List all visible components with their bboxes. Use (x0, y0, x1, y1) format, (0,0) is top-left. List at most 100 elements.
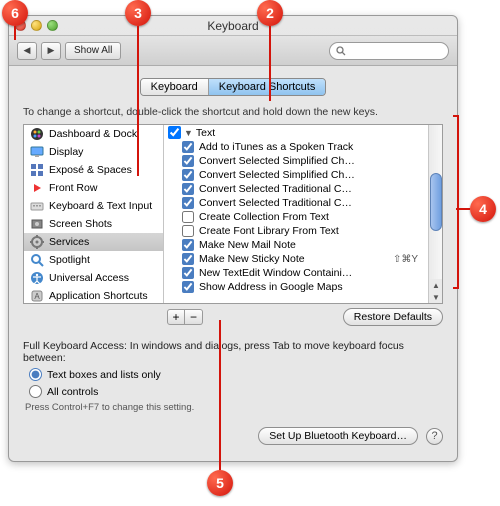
group-checkbox[interactable] (168, 126, 181, 139)
frontrow-icon (30, 181, 44, 195)
service-label: Convert Selected Simplified Ch… (199, 169, 355, 181)
category-services[interactable]: Services (24, 233, 163, 251)
appshort-icon: A (30, 289, 44, 303)
show-all-button[interactable]: Show All (65, 42, 121, 60)
expose-icon (30, 163, 44, 177)
help-button[interactable]: ? (426, 428, 443, 445)
pane-footer: + − Restore Defaults (23, 308, 443, 326)
service-row[interactable]: Add to iTunes as a Spoken Track (164, 140, 428, 154)
service-checkbox[interactable] (182, 141, 194, 153)
callout-4: 4 (470, 196, 496, 222)
category-label: Application Shortcuts (49, 290, 148, 302)
footer: Set Up Bluetooth Keyboard… ? (23, 427, 443, 445)
spotlight-icon (30, 253, 44, 267)
scroll-down-arrow-icon[interactable]: ▼ (429, 291, 442, 303)
annotation-bracket-4 (453, 115, 459, 289)
category-keyboard[interactable]: Keyboard & Text Input (24, 197, 163, 215)
fka-option-textboxes[interactable]: Text boxes and lists only (29, 368, 443, 381)
fka-subhint: Press Control+F7 to change this setting. (25, 402, 443, 413)
service-label: Show Address in Google Maps (199, 281, 343, 293)
category-spotlight[interactable]: Spotlight (24, 251, 163, 269)
category-screenshots[interactable]: Screen Shots (24, 215, 163, 233)
service-shortcut: ⇧⌘Y (393, 254, 424, 265)
service-checkbox[interactable] (182, 253, 194, 265)
service-row[interactable]: Show Address in Google Maps (164, 280, 428, 294)
service-checkbox[interactable] (182, 211, 194, 223)
service-label: Convert Selected Traditional C… (199, 183, 352, 195)
search-input[interactable] (350, 45, 440, 56)
search-field[interactable] (329, 42, 449, 60)
add-button[interactable]: + (167, 309, 185, 325)
dashboard-icon (30, 127, 44, 141)
service-checkbox[interactable] (182, 197, 194, 209)
service-row[interactable]: Create Collection From Text (164, 210, 428, 224)
tab-bar: Keyboard Keyboard Shortcuts (23, 78, 443, 96)
service-checkbox[interactable] (182, 267, 194, 279)
shortcut-panes: Dashboard & Dock Display Exposé & Spaces Fr… (23, 124, 443, 304)
service-checkbox[interactable] (182, 155, 194, 167)
titlebar: Keyboard (9, 16, 457, 36)
fka-prompt: Full Keyboard Access: In windows and dia… (23, 340, 443, 364)
service-row[interactable]: New TextEdit Window Containi… (164, 266, 428, 280)
callout-6: 6 (2, 0, 28, 26)
service-row[interactable]: Make New Sticky Note ⇧⌘Y (164, 252, 428, 266)
remove-button[interactable]: − (185, 309, 203, 325)
fka-radio-1[interactable] (29, 368, 42, 381)
restore-defaults-button[interactable]: Restore Defaults (343, 308, 443, 326)
window-title: Keyboard (9, 19, 457, 33)
category-list[interactable]: Dashboard & Dock Display Exposé & Spaces Fr… (24, 125, 164, 303)
service-label: Add to iTunes as a Spoken Track (199, 141, 353, 153)
category-appshort[interactable]: A Application Shortcuts (24, 287, 163, 303)
service-row[interactable]: Create Font Library From Text (164, 224, 428, 238)
callout-5: 5 (207, 470, 233, 496)
vertical-scrollbar[interactable]: ▲ ▼ (428, 125, 442, 303)
service-label: Make New Sticky Note (199, 253, 305, 265)
content-area: Keyboard Keyboard Shortcuts To change a … (9, 66, 457, 461)
service-row[interactable]: Convert Selected Traditional C… (164, 182, 428, 196)
category-frontrow[interactable]: Front Row (24, 179, 163, 197)
service-label: Convert Selected Traditional C… (199, 197, 352, 209)
scroll-up-arrow-icon[interactable]: ▲ (429, 279, 442, 291)
category-dashboard[interactable]: Dashboard & Dock (24, 125, 163, 143)
service-row[interactable]: Convert Selected Traditional C… (164, 196, 428, 210)
service-label: Convert Selected Simplified Ch… (199, 155, 355, 167)
universal-icon (30, 271, 44, 285)
fka-opt2-label: All controls (47, 386, 98, 398)
instruction-text: To change a shortcut, double-click the s… (23, 106, 443, 118)
search-icon (336, 46, 346, 56)
fka-opt1-label: Text boxes and lists only (47, 369, 161, 381)
back-button[interactable]: ◀ (17, 42, 37, 60)
category-universal[interactable]: Universal Access (24, 269, 163, 287)
service-row[interactable]: Convert Selected Simplified Ch… (164, 154, 428, 168)
service-label: New TextEdit Window Containi… (199, 267, 352, 279)
service-checkbox[interactable] (182, 239, 194, 251)
callout-2: 2 (257, 0, 283, 26)
category-label: Exposé & Spaces (49, 164, 132, 176)
group-header-text[interactable]: ▼ Text (164, 125, 428, 140)
bluetooth-keyboard-button[interactable]: Set Up Bluetooth Keyboard… (258, 427, 418, 445)
service-list-pane: ▼ Text Add to iTunes as a Spoken Track Co… (164, 125, 442, 303)
service-row[interactable]: Make New Mail Note (164, 238, 428, 252)
service-list[interactable]: ▼ Text Add to iTunes as a Spoken Track Co… (164, 125, 428, 303)
category-label: Keyboard & Text Input (49, 200, 152, 212)
fka-option-all[interactable]: All controls (29, 385, 443, 398)
service-checkbox[interactable] (182, 183, 194, 195)
service-checkbox[interactable] (182, 225, 194, 237)
tab-keyboard-shortcuts[interactable]: Keyboard Shortcuts (209, 79, 326, 95)
service-label: Create Collection From Text (199, 211, 329, 223)
category-display[interactable]: Display (24, 143, 163, 161)
service-checkbox[interactable] (182, 169, 194, 181)
service-checkbox[interactable] (182, 281, 194, 293)
category-expose[interactable]: Exposé & Spaces (24, 161, 163, 179)
fka-radio-2[interactable] (29, 385, 42, 398)
scroll-thumb[interactable] (430, 173, 442, 231)
tab-keyboard[interactable]: Keyboard (141, 79, 209, 95)
category-label: Dashboard & Dock (49, 128, 137, 140)
forward-button[interactable]: ▶ (41, 42, 61, 60)
service-label: Create Font Library From Text (199, 225, 339, 237)
category-label: Screen Shots (49, 218, 112, 230)
disclosure-triangle-icon[interactable]: ▼ (184, 128, 193, 138)
service-row[interactable]: Convert Selected Simplified Ch… (164, 168, 428, 182)
svg-text:A: A (34, 292, 40, 301)
service-label: Make New Mail Note (199, 239, 296, 251)
